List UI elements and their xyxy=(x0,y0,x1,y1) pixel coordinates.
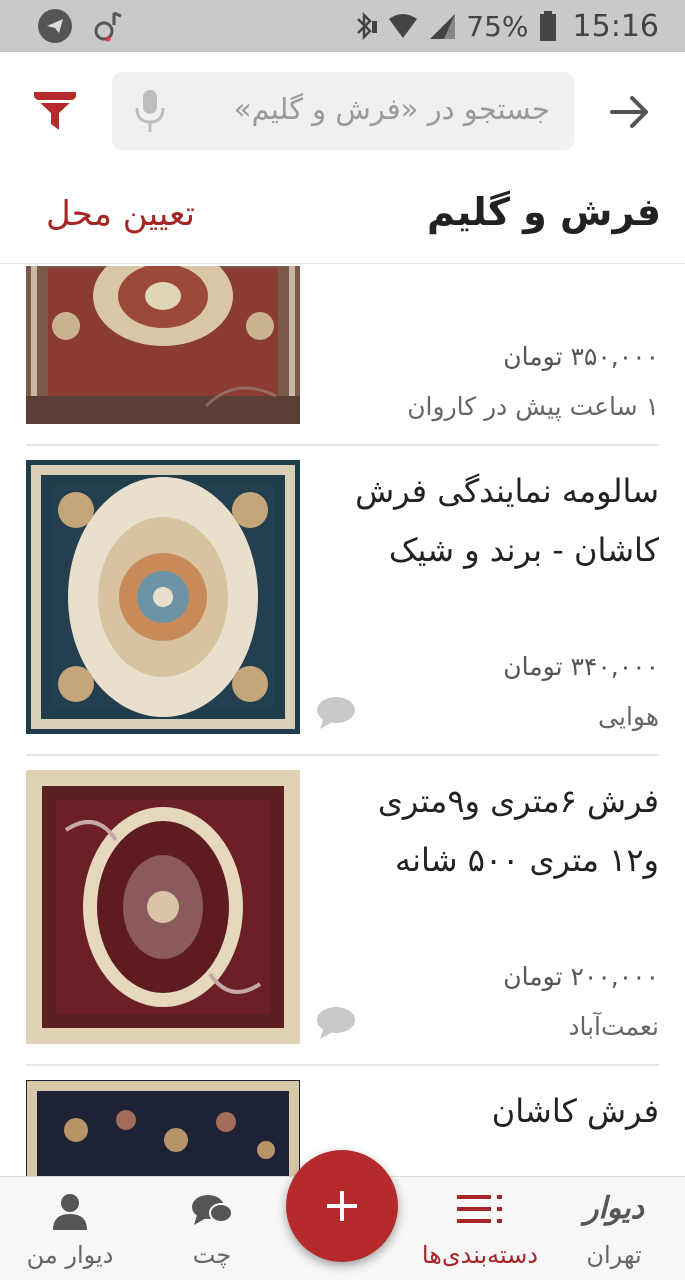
listing-thumbnail xyxy=(26,770,300,1044)
nav-chat[interactable]: چت xyxy=(152,1177,272,1280)
user-icon xyxy=(53,1194,87,1230)
status-time: 15:16 xyxy=(572,8,659,44)
listing-thumbnail xyxy=(26,460,300,734)
listing-price: ۳۵۰,۰۰۰ تومان xyxy=(503,342,659,371)
signal-icon xyxy=(430,14,456,39)
add-post-button[interactable] xyxy=(286,1150,398,1262)
nav-categories-label: دسته‌بندی‌ها xyxy=(421,1241,539,1269)
nav-my-divar-label: دیوار من xyxy=(26,1241,114,1269)
listing-thumbnail xyxy=(26,266,300,424)
arrow-right-icon xyxy=(610,96,648,128)
status-left-icons xyxy=(38,9,124,43)
divar-logo: دیوار xyxy=(583,1191,645,1226)
nav-categories[interactable]: دسته‌بندی‌ها xyxy=(410,1177,550,1280)
listing-item[interactable]: سالومه نمایندگی فرش کاشان - برند و شیک ۳… xyxy=(26,446,659,756)
bluetooth-icon xyxy=(357,11,378,41)
set-location-link[interactable]: تعیین محل xyxy=(46,194,195,234)
status-right: 75% 15:16 xyxy=(352,9,659,44)
listing-price: ۳۴۰,۰۰۰ تومان xyxy=(503,652,659,681)
chat-icon xyxy=(192,1195,233,1225)
search-input[interactable]: جستجو در «فرش و گلیم» xyxy=(112,72,574,150)
telegram-icon xyxy=(38,9,72,43)
status-bar: 75% 15:16 xyxy=(0,0,685,52)
filter-icon xyxy=(34,92,76,130)
nav-city-label: تهران xyxy=(586,1241,642,1269)
listing-thumbnail xyxy=(26,1080,300,1176)
back-button[interactable] xyxy=(606,88,654,136)
list-icon xyxy=(457,1195,502,1223)
battery-percent: 75% xyxy=(466,9,529,43)
listing-item[interactable]: ۳۵۰,۰۰۰ تومان ۱ ساعت پیش در کاروان xyxy=(26,264,659,446)
search-placeholder: جستجو در «فرش و گلیم» xyxy=(233,92,550,126)
listing-meta: هوایی xyxy=(598,702,659,731)
listing-item[interactable]: فرش ۶متری و۹متری و۱۲ متری ۵۰۰ شانه ۲۰۰,۰… xyxy=(26,756,659,1066)
plus-icon xyxy=(327,1191,357,1221)
search-header: جستجو در «فرش و گلیم» xyxy=(0,52,685,172)
wifi-icon xyxy=(389,14,418,38)
listing-title: فرش ۶متری و۹متری و۱۲ متری ۵۰۰ شانه xyxy=(377,782,659,879)
page-title: فرش و گلیم xyxy=(427,190,661,234)
filter-button[interactable] xyxy=(30,86,80,136)
nav-chat-label: چت xyxy=(192,1241,232,1269)
battery-icon xyxy=(539,11,556,41)
listing-price: ۲۰۰,۰۰۰ تومان xyxy=(503,962,659,991)
title-row: تعیین محل فرش و گلیم xyxy=(0,172,685,264)
chat-bubble-icon xyxy=(317,1007,355,1039)
nav-home[interactable]: دیوار تهران xyxy=(554,1177,674,1280)
music-notification-icon xyxy=(94,11,122,42)
nav-my-divar[interactable]: دیوار من xyxy=(6,1177,134,1280)
listing-meta: نعمت‌آباد xyxy=(568,1012,659,1041)
mic-icon[interactable] xyxy=(134,88,166,134)
listing-meta: ۱ ساعت پیش در کاروان xyxy=(407,392,659,421)
chat-bubble-icon xyxy=(317,697,355,729)
listing-title: فرش کاشان xyxy=(491,1092,659,1130)
listing-title: سالومه نمایندگی فرش کاشان - برند و شیک xyxy=(355,472,659,569)
